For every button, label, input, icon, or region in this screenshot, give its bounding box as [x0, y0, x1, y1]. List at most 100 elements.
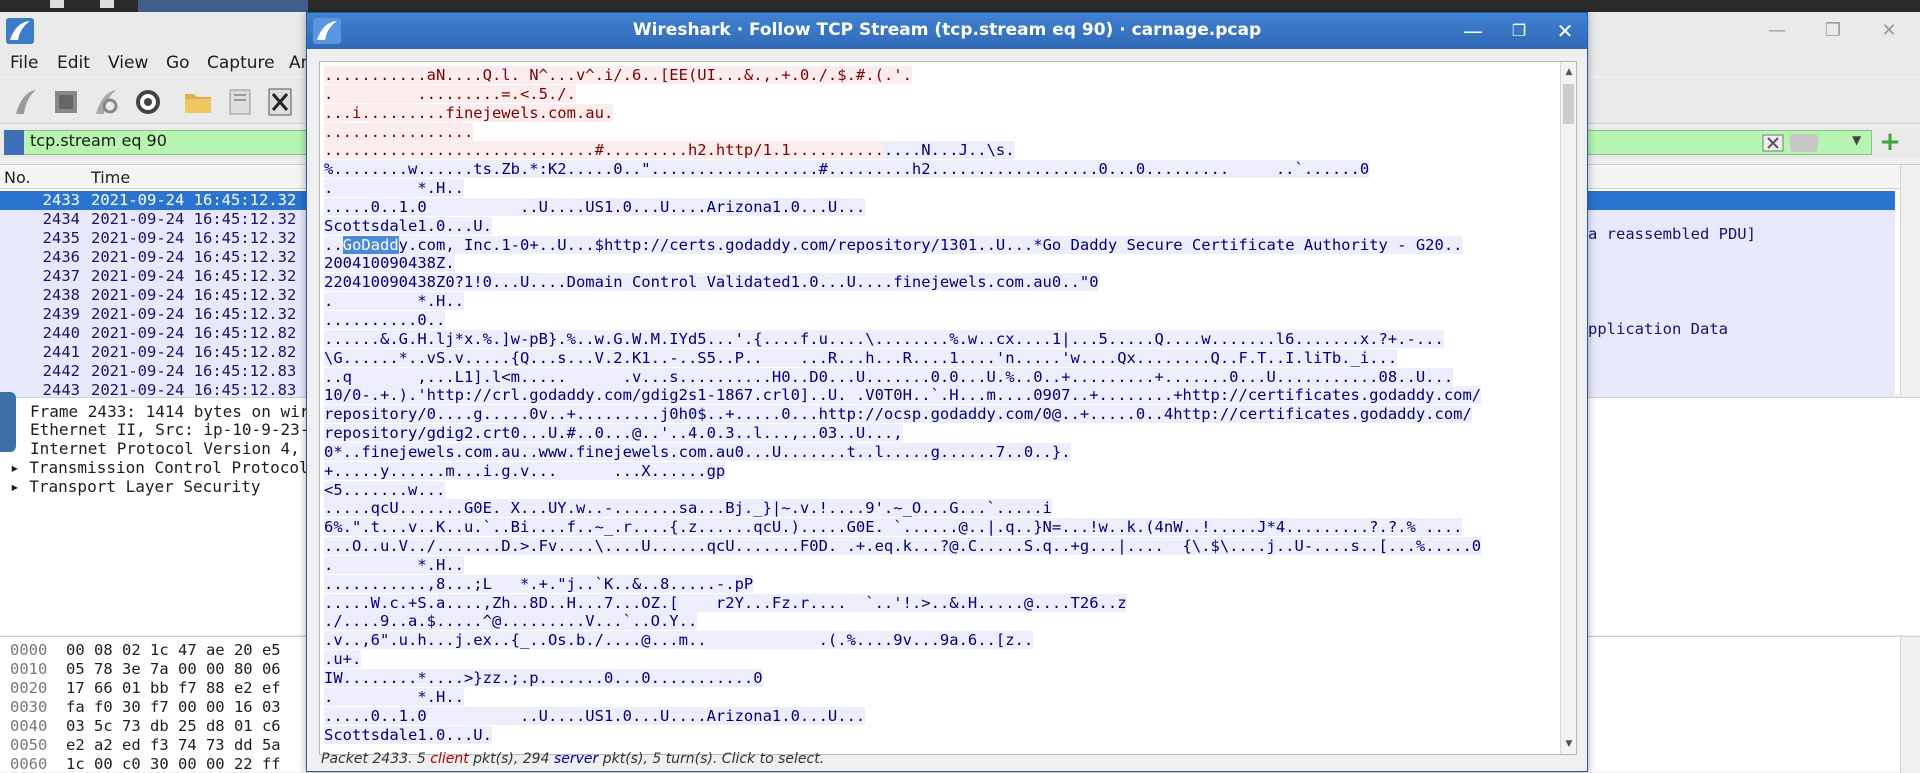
server-data: 220410090438Z0?1!0...U....Domain Control… — [324, 273, 1099, 292]
hex-bytes: 03 5c 73 db 25 d8 01 c6 — [66, 717, 281, 735]
bytes-scrollbar[interactable] — [1900, 637, 1920, 773]
add-filter-button-icon[interactable]: + — [1878, 129, 1902, 155]
stream-line[interactable]: %........w......ts.Zb.*:K2.....0..".....… — [324, 160, 1554, 179]
hex-line[interactable]: 0010 05 78 3e 7a 00 00 80 06 — [10, 660, 281, 678]
restart-capture-icon[interactable] — [90, 86, 122, 118]
detail-tcp[interactable]: ▸ Transmission Control Protocol — [10, 458, 309, 477]
filter-bookmark-icon[interactable] — [4, 130, 24, 155]
stream-scrollbar[interactable]: ▲ ▼ — [1560, 62, 1576, 754]
column-time[interactable]: Time — [91, 168, 130, 187]
stream-text[interactable]: ...........aN....Q.l. N^...v^.i/.6..[EE(… — [324, 66, 1554, 744]
scrollbar-thumb[interactable] — [1563, 84, 1574, 124]
stream-line[interactable]: .....qcU.......G0E. X...UY.w..-.......sa… — [324, 499, 1554, 518]
scroll-down-icon[interactable]: ▼ — [1561, 736, 1576, 752]
desktop-top-strip — [0, 0, 1920, 12]
hex-line[interactable]: 0030 fa f0 30 f7 00 00 16 03 — [10, 698, 281, 716]
expand-arrow-icon[interactable]: ▸ — [10, 477, 29, 496]
stream-line[interactable]: Scottsdale1.0...U. — [324, 216, 1554, 236]
stream-line[interactable]: .............................#.........h… — [324, 141, 1554, 160]
stream-line[interactable]: . *.H.. — [324, 555, 1554, 575]
stream-line[interactable]: .v..,6".u.h...j.ex..{_..Os.b./....@...m.… — [324, 631, 1554, 650]
display-filter-value[interactable]: tcp.stream eq 90 — [30, 131, 167, 150]
start-capture-icon[interactable] — [10, 86, 42, 118]
restore-button[interactable]: ❐ — [1820, 18, 1846, 44]
status-mid: pkt(s), 294 — [468, 751, 554, 767]
menu-view[interactable]: View — [108, 53, 148, 73]
scroll-up-icon[interactable]: ▲ — [1561, 64, 1576, 80]
hex-offset: 0050 — [10, 736, 48, 754]
stream-line[interactable]: 10/0-.+.).'http://crl.godaddy.com/gdig2s… — [324, 386, 1554, 405]
stream-line[interactable]: ..GoDaddy.com, Inc.1-0+..U...$http://cer… — [324, 235, 1554, 255]
dialog-restore-button[interactable]: ❐ — [1505, 17, 1533, 45]
hex-line[interactable]: 0060 1c 00 c0 30 00 00 22 ff — [10, 755, 281, 773]
hex-line[interactable]: 0040 03 5c 73 db 25 d8 01 c6 — [10, 717, 281, 735]
stream-line[interactable]: repository/gdig2.crt0...U.#..0...@..'..4… — [324, 424, 1554, 443]
taskbar-tab[interactable] — [138, 0, 308, 12]
dialog-titlebar[interactable]: Wireshark · Follow TCP Stream (tcp.strea… — [307, 13, 1587, 49]
stream-line[interactable]: 0*..finejewels.com.au..www.finejewels.co… — [324, 442, 1554, 462]
stream-line[interactable]: ...O..u.V../.......D.>.Fv....\....U.....… — [324, 537, 1554, 556]
minimize-button[interactable]: — — [1764, 18, 1790, 44]
sidebar-toggle-handle[interactable] — [0, 392, 16, 452]
stream-line[interactable]: ...........aN....Q.l. N^...v^.i/.6..[EE(… — [324, 66, 1554, 85]
stream-line[interactable]: 220410090438Z0?1!0...U....Domain Control… — [324, 273, 1554, 292]
stream-line[interactable]: .....0..1.0 ..U....US1.0...U....Arizona1… — [324, 706, 1554, 726]
stream-line[interactable]: 200410090438Z. — [324, 254, 1554, 273]
close-button[interactable]: ✕ — [1876, 18, 1902, 44]
menu-capture[interactable]: Capture — [207, 53, 275, 73]
dialog-minimize-button[interactable]: — — [1459, 17, 1487, 45]
stream-line[interactable]: +.....y......m...i.g.v... ...X......gp — [324, 461, 1554, 481]
stream-line[interactable]: ..q ,...L1].l<m..... .v...s..........H0.… — [324, 367, 1554, 387]
hex-line[interactable]: 0050 e2 a2 ed f3 74 73 dd 5a — [10, 736, 281, 754]
apply-filter-arrow-icon[interactable] — [1790, 134, 1818, 152]
server-data: .....0..1.0 ..U....US1.0...U....Arizona1… — [324, 706, 866, 725]
stream-line[interactable]: repository/0....g.....0v..+.........j0h0… — [324, 405, 1554, 424]
stream-line[interactable]: .u+. — [324, 650, 1554, 669]
stream-line[interactable]: . .........=.<.5./. — [324, 84, 1554, 104]
hex-line[interactable]: 0000 00 08 02 1c 47 ae 20 e5 — [10, 641, 281, 659]
detail-tls[interactable]: ▸ Transport Layer Security — [10, 477, 260, 496]
stream-line[interactable]: ......&.G.H.lj*x.%.]w-pB}.%..w.G.W.M.IYd… — [324, 329, 1554, 349]
server-data: . *.H.. — [324, 179, 464, 198]
capture-options-icon[interactable] — [132, 86, 164, 118]
menu-go[interactable]: Go — [166, 53, 190, 73]
menu-file[interactable]: File — [10, 53, 38, 73]
detail-frame[interactable]: Frame 2433: 1414 bytes on wir — [30, 402, 309, 421]
server-data: .....W.c.+S.a....,Zh..8D..H...7...OZ.[ r… — [324, 593, 1127, 612]
menu-edit[interactable]: Edit — [57, 53, 90, 73]
open-file-icon[interactable] — [182, 86, 214, 118]
stream-line[interactable]: <5.......w... — [324, 480, 1554, 500]
stream-line[interactable]: IW........*....>}zz.;.p.......0...0.....… — [324, 669, 1554, 688]
column-no[interactable]: No. — [4, 168, 31, 187]
server-data: .....qcU.......G0E. X...UY.w..-.......sa… — [324, 499, 1052, 518]
stream-line[interactable]: Scottsdale1.0...U. — [324, 725, 1554, 745]
stream-line[interactable]: . *.H.. — [324, 292, 1554, 311]
stream-line[interactable]: ..........0.. — [324, 310, 1554, 330]
close-file-icon[interactable] — [264, 86, 296, 118]
packet-number: 2438 — [42, 286, 80, 304]
stream-line[interactable]: ................ — [324, 122, 1554, 142]
stream-line[interactable]: \G......*..vS.v.....{Q...s...V.2.K1..-..… — [324, 348, 1554, 368]
detail-ip[interactable]: Internet Protocol Version 4, — [30, 439, 300, 458]
dialog-close-button[interactable]: ✕ — [1551, 17, 1579, 45]
window-icon — [100, 0, 114, 8]
save-file-icon[interactable] — [224, 86, 256, 118]
stream-line[interactable]: .....W.c.+S.a....,Zh..8D..H...7...OZ.[ r… — [324, 593, 1554, 613]
detail-ethernet[interactable]: Ethernet II, Src: ip-10-9-23- — [30, 420, 309, 439]
filter-history-dropdown-icon[interactable]: ▼ — [1852, 133, 1861, 147]
stream-line[interactable]: . *.H.. — [324, 179, 1554, 198]
stream-line[interactable]: ./....9..a.$.....^@.........V...`..O.Y.. — [324, 612, 1554, 631]
stream-line[interactable]: ...........,8...;L *.+."j..`K..&..8.....… — [324, 574, 1554, 594]
stream-line[interactable]: . *.H.. — [324, 687, 1554, 707]
stop-capture-icon[interactable] — [50, 86, 82, 118]
stream-line[interactable]: .....0..1.0 ..U....US1.0...U....Arizona1… — [324, 197, 1554, 217]
stream-content[interactable]: ...........aN....Q.l. N^...v^.i/.6..[EE(… — [319, 61, 1577, 755]
server-data: .. — [324, 235, 343, 254]
clear-filter-icon[interactable] — [1762, 134, 1784, 152]
expand-arrow-icon[interactable]: ▸ — [10, 458, 29, 477]
stream-line[interactable]: ...i.........finejewels.com.au. — [324, 103, 1554, 123]
packet-list-scrollbar[interactable] — [1900, 165, 1920, 395]
hex-line[interactable]: 0020 17 66 01 bb f7 88 e2 ef — [10, 679, 281, 697]
stream-line[interactable]: 6%.".t...v..K..u.`..Bi....f..~_.r....{.z… — [324, 518, 1554, 537]
server-data: . *.H.. — [324, 687, 464, 706]
